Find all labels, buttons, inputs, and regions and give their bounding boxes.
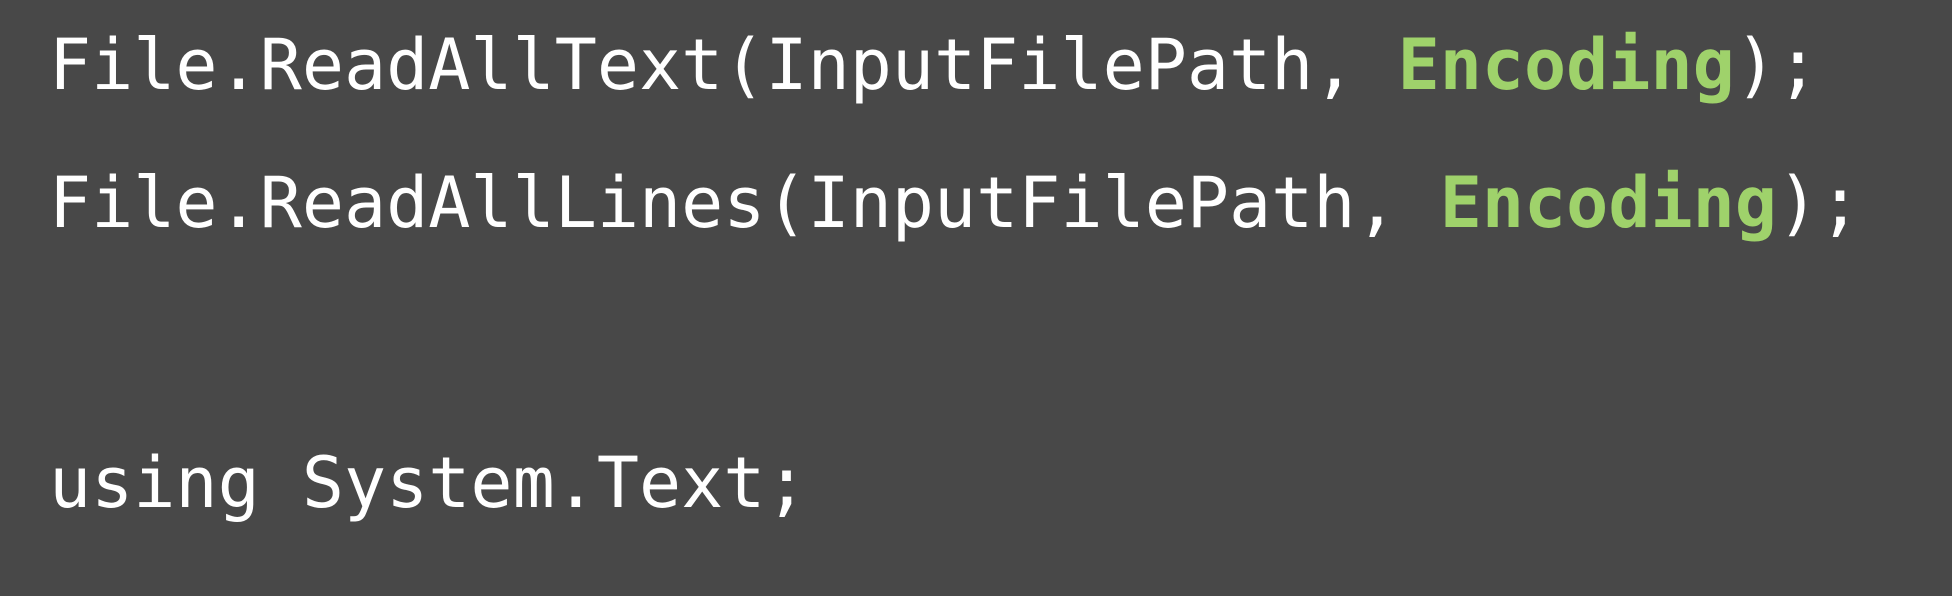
read-all-text-call: File.ReadAllText(InputFilePath,	[49, 24, 1398, 106]
code-slide: File.ReadAllText(InputFilePath, Encoding…	[0, 0, 1952, 596]
read-all-text-close: );	[1734, 24, 1820, 106]
encoding-argument: Encoding	[1439, 162, 1777, 244]
code-line-read-all-text: File.ReadAllText(InputFilePath, Encoding…	[49, 30, 1819, 100]
code-line-read-all-lines: File.ReadAllLines(InputFilePath, Encodin…	[49, 168, 1861, 238]
code-line-using-system-text: using System.Text;	[49, 442, 808, 524]
encoding-argument: Encoding	[1397, 24, 1735, 106]
read-all-lines-close: );	[1776, 162, 1862, 244]
read-all-lines-call: File.ReadAllLines(InputFilePath,	[49, 162, 1440, 244]
